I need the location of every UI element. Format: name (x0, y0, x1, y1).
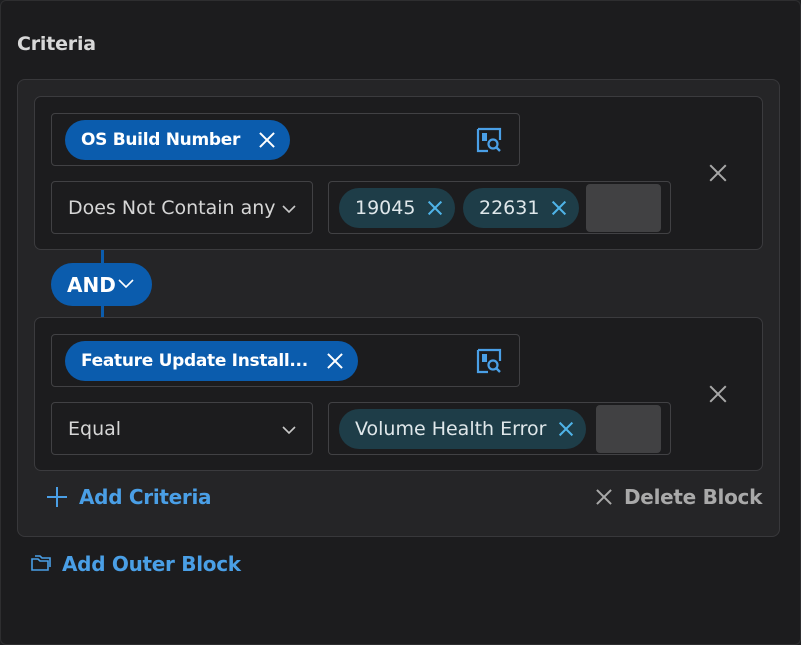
add-criteria-label: Add Criteria (79, 485, 212, 509)
criterion-block-2: Feature Update Install... Equal Volume H… (34, 317, 763, 471)
delete-block-button[interactable]: Delete Block (595, 485, 762, 509)
plus-icon (47, 487, 67, 507)
criterion-block-1: OS Build Number Does Not Contain any 190… (34, 96, 763, 250)
value-chip[interactable]: Volume Health Error (339, 409, 587, 449)
field-chip-label: OS Build Number (81, 130, 241, 150)
logic-operator-label: AND (67, 272, 116, 297)
connector-line-top (101, 250, 104, 263)
values-input[interactable]: 19045 22631 (328, 181, 671, 234)
close-icon[interactable] (258, 131, 276, 149)
value-entry-area[interactable] (586, 184, 661, 232)
value-entry-area[interactable] (596, 405, 661, 453)
field-chip-label: Feature Update Install... (81, 351, 308, 371)
chevron-down-icon (282, 426, 296, 435)
field-selector[interactable]: Feature Update Install... (51, 334, 520, 387)
chevron-down-icon (118, 279, 134, 289)
section-title: Criteria (17, 33, 96, 55)
folder-icon (31, 555, 51, 571)
field-chip[interactable]: OS Build Number (65, 120, 291, 160)
field-picker-icon[interactable] (475, 347, 503, 375)
field-selector[interactable]: OS Build Number (51, 113, 520, 166)
delete-block-label: Delete Block (624, 485, 763, 509)
add-criteria-button[interactable]: Add Criteria (47, 485, 212, 509)
remove-criterion-button[interactable] (708, 163, 728, 183)
remove-criterion-button[interactable] (708, 384, 728, 404)
value-chip[interactable]: 22631 (463, 188, 580, 228)
operator-value: Equal (68, 417, 122, 440)
value-chip-label: 22631 (479, 197, 540, 219)
logic-operator-toggle[interactable]: AND (51, 263, 152, 306)
operator-value: Does Not Contain any (68, 196, 276, 219)
value-chip-label: Volume Health Error (355, 418, 547, 440)
add-outer-block-label: Add Outer Block (62, 552, 241, 576)
field-chip[interactable]: Feature Update Install... (65, 341, 358, 381)
criteria-panel: Criteria OS Build Number Does Not Contai… (0, 0, 801, 645)
close-icon[interactable] (427, 200, 443, 216)
close-icon[interactable] (551, 200, 567, 216)
chevron-down-icon (282, 205, 296, 214)
close-icon[interactable] (558, 421, 574, 437)
connector-line-bottom (101, 306, 104, 317)
field-picker-icon[interactable] (475, 126, 503, 154)
value-chip-label: 19045 (355, 197, 416, 219)
close-icon[interactable] (326, 352, 344, 370)
close-icon (595, 488, 613, 506)
operator-dropdown[interactable]: Equal (51, 402, 313, 455)
values-input[interactable]: Volume Health Error (328, 402, 671, 455)
value-chip[interactable]: 19045 (339, 188, 456, 228)
operator-dropdown[interactable]: Does Not Contain any (51, 181, 313, 234)
add-outer-block-button[interactable]: Add Outer Block (31, 552, 241, 576)
